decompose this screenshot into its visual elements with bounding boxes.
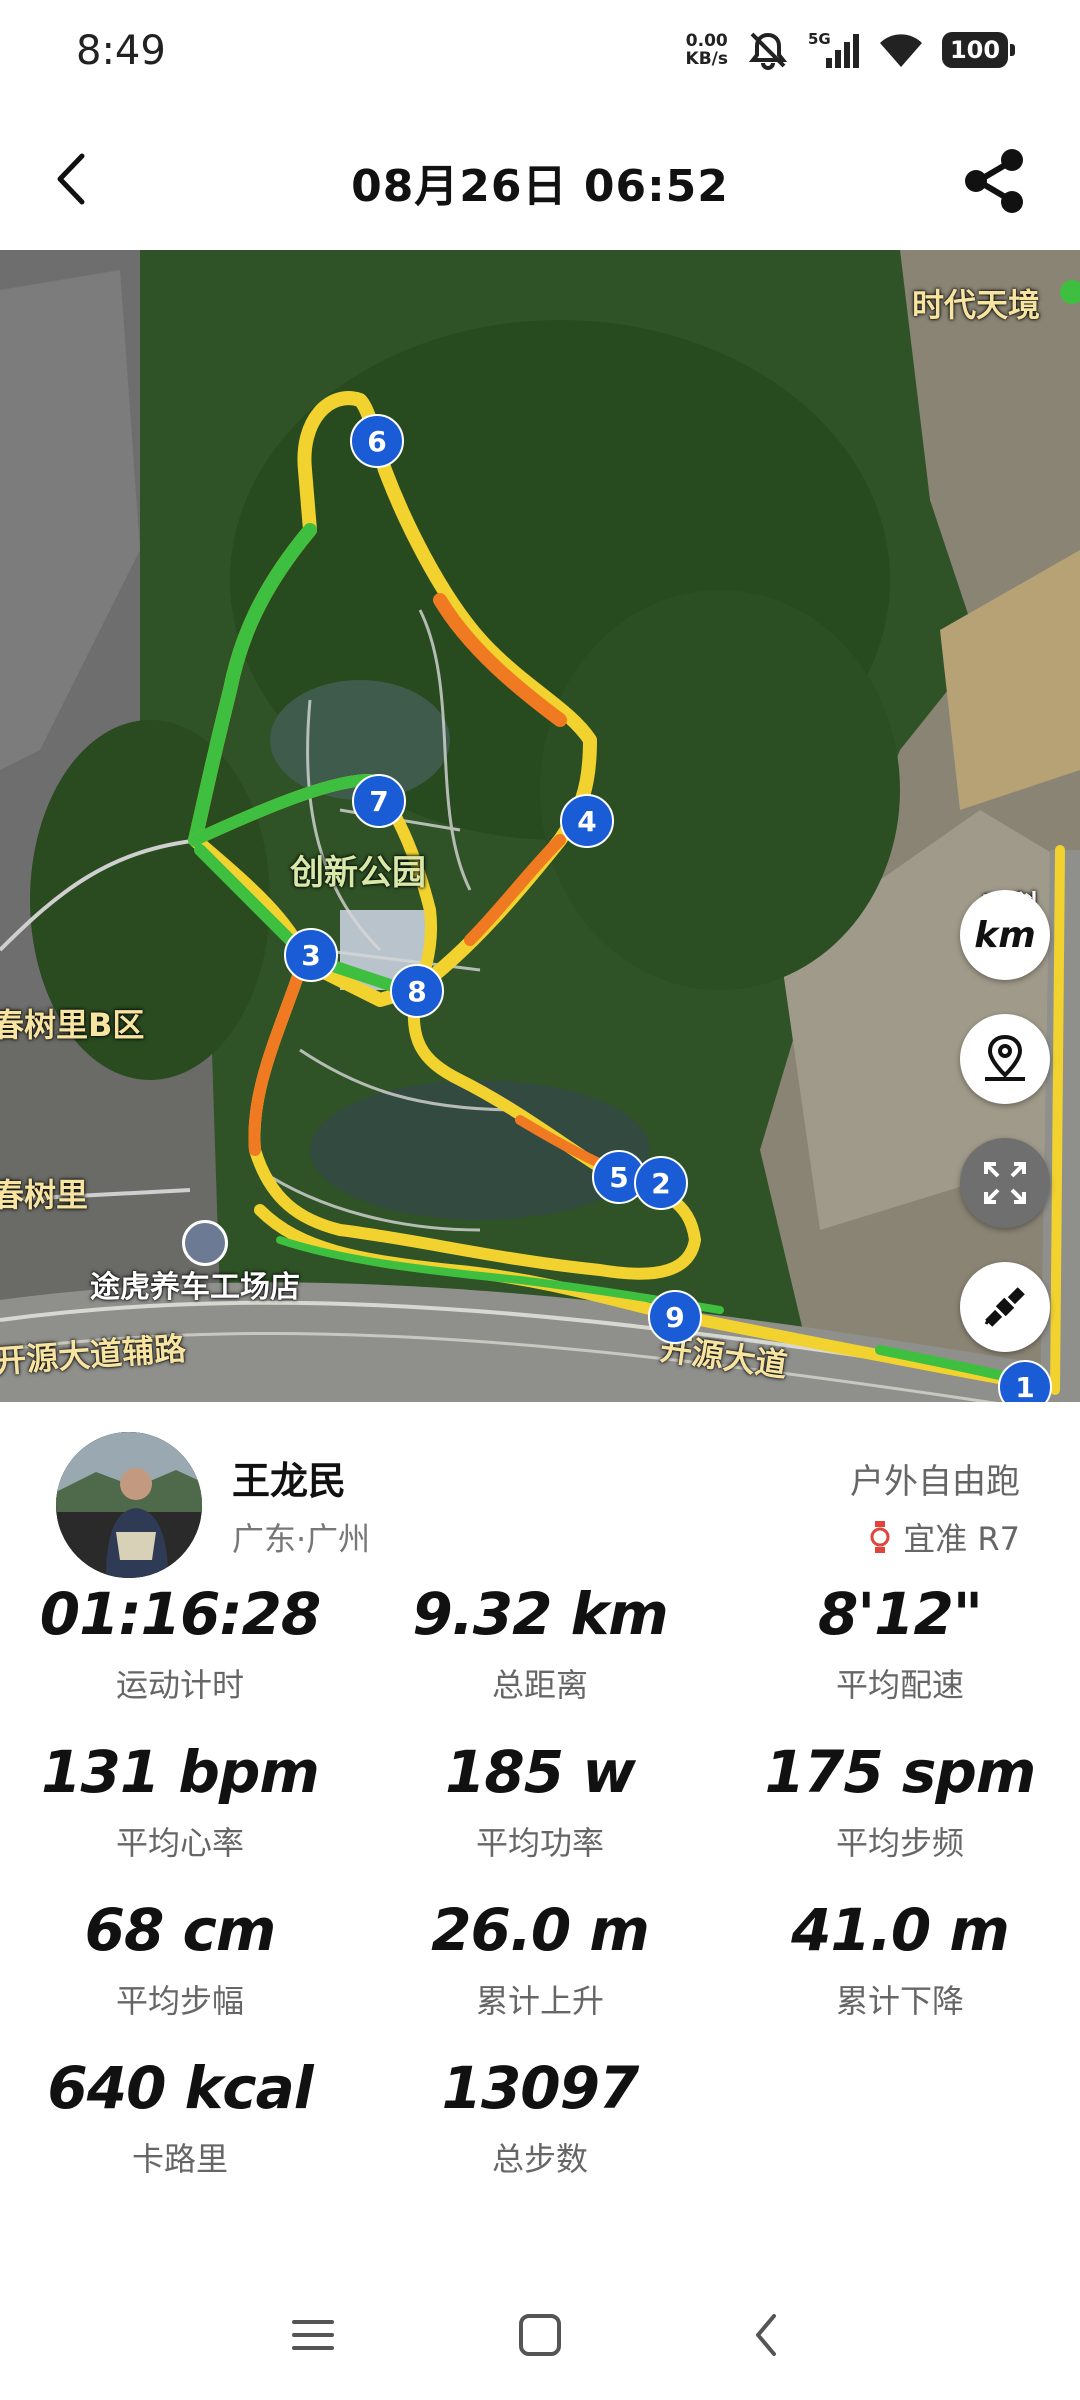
stat-stride: 68 cm 平均步幅: [0, 1898, 360, 2022]
unit-label: km: [974, 914, 1036, 956]
battery-indicator: 100: [942, 32, 1015, 68]
mute-bell-icon: [746, 30, 790, 70]
stat-heart-rate: 131 bpm 平均心率: [0, 1740, 360, 1864]
route-marker[interactable]: 8: [390, 964, 444, 1018]
car-service-poi-icon[interactable]: [182, 1220, 228, 1266]
user-location: 广东·广州: [232, 1520, 371, 1558]
home-square-icon: [519, 2314, 561, 2356]
unit-toggle-button[interactable]: km: [960, 890, 1050, 980]
network-speed: 0.00 KB/s: [686, 32, 728, 68]
stat-calories: 640 kcal 卡路里: [0, 2056, 360, 2180]
stat-pace: 8'12" 平均配速: [720, 1582, 1080, 1706]
stat-value: 41.0 m: [791, 1896, 1010, 1964]
satellite-map-background: [0, 250, 1080, 1402]
stat-label: 平均步频: [835, 1824, 964, 1862]
watch-icon: [870, 1521, 890, 1553]
stat-value: 68 cm: [84, 1896, 277, 1964]
stat-power: 185 w 平均功率: [360, 1740, 720, 1864]
chevron-left-icon: [756, 2314, 776, 2356]
status-icons: 0.00 KB/s 5G 100: [686, 30, 1015, 70]
stat-label: 总距离: [491, 1666, 588, 1704]
menu-icon: [292, 2320, 334, 2350]
stat-label: 累计下降: [835, 1982, 964, 2020]
fullscreen-button[interactable]: [960, 1138, 1050, 1228]
satellite-layer-button[interactable]: [960, 1262, 1050, 1352]
status-bar: 8:49 0.00 KB/s 5G 100: [0, 0, 1080, 110]
locate-button[interactable]: [960, 1014, 1050, 1104]
residential-b-label: 春树里B区: [0, 1006, 145, 1044]
stat-label: 运动计时: [115, 1666, 244, 1704]
device-info: 宜准 R7: [869, 1514, 1020, 1560]
cellular-signal-icon: 5G: [808, 30, 860, 70]
system-nav-bar: [0, 2280, 1080, 2380]
stat-ascent: 26.0 m 累计上升: [360, 1898, 720, 2022]
route-marker[interactable]: 4: [560, 794, 614, 848]
stat-distance: 9.32 km 总距离: [360, 1582, 720, 1706]
network-speed-value: 0.00: [685, 31, 728, 51]
stat-label: 总步数: [491, 2140, 588, 2178]
share-button[interactable]: [958, 144, 1032, 218]
stat-value: 9.32 km: [412, 1580, 668, 1648]
nav-back-button[interactable]: [732, 2300, 802, 2370]
wifi-icon: [878, 31, 924, 69]
residential-label: 春树里: [0, 1176, 89, 1214]
stat-value: 175 spm: [764, 1738, 1037, 1806]
network-type-label: 5G: [808, 30, 831, 48]
expand-icon: [984, 1162, 1026, 1204]
avatar[interactable]: [56, 1432, 202, 1578]
avatar-photo: [56, 1432, 202, 1578]
stat-value: 8'12": [817, 1580, 983, 1648]
stat-label: 平均配速: [835, 1666, 964, 1704]
stat-label: 平均心率: [115, 1824, 244, 1862]
stat-label: 卡路里: [131, 2140, 228, 2178]
route-marker[interactable]: 6: [350, 414, 404, 468]
activity-type: 户外自由跑: [850, 1462, 1020, 1502]
device-name: 宜准 R7: [903, 1520, 1020, 1558]
building-label: 时代天境: [912, 286, 1041, 324]
network-speed-unit: KB/s: [685, 49, 728, 69]
stat-steps: 13097 总步数: [360, 2056, 720, 2180]
stat-value: 26.0 m: [431, 1896, 650, 1964]
home-button[interactable]: [505, 2300, 575, 2370]
route-map[interactable]: 创新公园 时代天境 春树里B区 春树里 途虎养车工场店 开源大道辅路 开源大道 …: [0, 250, 1080, 1402]
stat-duration: 01:16:28 运动计时: [0, 1582, 360, 1706]
location-pin-icon: [985, 1034, 1025, 1081]
route-marker[interactable]: 7: [352, 774, 406, 828]
stat-label: 平均功率: [475, 1824, 604, 1862]
page-title: 08月26日 06:52: [351, 161, 729, 212]
stat-value: 01:16:28: [39, 1580, 322, 1648]
athlete-profile: 王龙民 广东·广州 户外自由跑 宜准 R7: [0, 1402, 1080, 1582]
recent-apps-button[interactable]: [278, 2300, 348, 2370]
user-name: 王龙民: [232, 1459, 347, 1503]
stat-cadence: 175 spm 平均步频: [720, 1740, 1080, 1864]
satellite-icon: [984, 1287, 1025, 1327]
stat-value: 13097: [441, 2054, 640, 2122]
header: 08月26日 06:52: [0, 110, 1080, 250]
share-icon: [965, 149, 1023, 213]
stat-value: 131 bpm: [41, 1738, 320, 1806]
stat-value: 640 kcal: [47, 2054, 313, 2122]
route-marker[interactable]: 3: [284, 928, 338, 982]
route-marker[interactable]: 9: [648, 1290, 702, 1344]
stat-value: 185 w: [445, 1738, 636, 1806]
status-time: 8:49: [76, 28, 166, 74]
stat-label: 平均步幅: [115, 1982, 244, 2020]
park-label: 创新公园: [290, 853, 426, 893]
route-marker[interactable]: 2: [634, 1156, 688, 1210]
poi-shop-label: 途虎养车工场店: [90, 1270, 300, 1305]
stat-label: 累计上升: [475, 1982, 604, 2020]
stat-descent: 41.0 m 累计下降: [720, 1898, 1080, 2022]
